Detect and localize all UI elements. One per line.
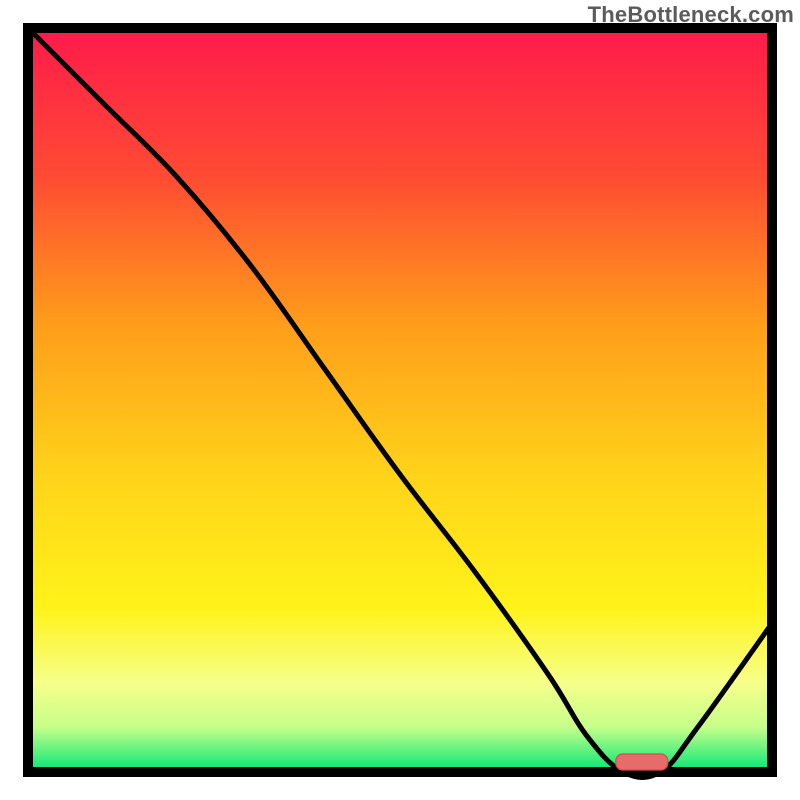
plot-area — [28, 28, 772, 778]
optimal-marker — [616, 754, 668, 770]
bottleneck-chart — [0, 0, 800, 800]
chart-container: TheBottleneck.com — [0, 0, 800, 800]
watermark-text: TheBottleneck.com — [588, 2, 794, 28]
